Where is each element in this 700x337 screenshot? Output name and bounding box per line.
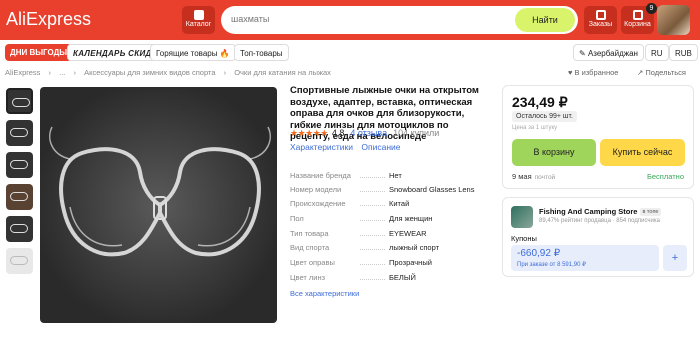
store-name[interactable]: Fishing And Camping Store в топе [539,207,661,217]
top-products-button[interactable]: Топ-товары [234,44,289,61]
add-to-cart-button[interactable]: В корзину [512,139,596,166]
tab-description[interactable]: Описание [361,142,400,152]
product-main-image[interactable] [40,87,277,323]
orders-icon [595,10,606,20]
search-input[interactable] [231,14,511,24]
spec-key: Цвет линз [290,273,326,282]
cart-label: Корзина [624,21,651,28]
deals-days-button[interactable]: ДНИ ВЫГОДЫ [5,44,73,61]
rating-stars-icon: ★★★★★ [290,128,328,138]
all-specs-link[interactable]: Все характеристики [290,289,359,298]
thumbnail[interactable] [6,248,33,274]
coupon-amount: -660,92 ₽ [517,248,561,259]
thumbnail[interactable] [6,120,33,146]
catalog-icon [193,10,204,20]
breadcrumb-item[interactable]: ... [59,68,65,77]
catalog-label: Каталог [185,21,212,28]
fire-icon: 🔥 [219,49,230,58]
cart-count-badge: 9 [646,3,657,14]
store-name-text: Fishing And Camping Store [539,207,638,216]
delivery-price: Бесплатно [646,172,684,181]
breadcrumb-item[interactable]: Очки для катания на лыжах [234,68,331,77]
spec-value: лыжный спорт [389,243,440,252]
product-tabs: Характеристики Описание [290,142,407,152]
sold-count: 104 купили [393,128,440,138]
coupons-label: Купоны [511,234,537,243]
hot-products-label: Горящие товары [156,49,218,58]
product-price: 234,49 ₽ [512,94,568,110]
add-to-favorites-button[interactable]: ♥ В избранное [568,68,618,77]
tab-characteristics[interactable]: Характеристики [290,142,353,152]
store-card: Fishing And Camping Store в топе 89,47% р… [502,197,694,277]
search-bar: Найти [221,6,578,34]
breadcrumb-separator: › [223,68,227,77]
thumbnail[interactable] [6,152,33,178]
breadcrumb-item[interactable]: AliExpress [5,68,40,77]
delivery-method: почтой [534,174,556,181]
price-card: 234,49 ₽ Осталось 99+ шт. Цена за 1 штук… [502,85,694,189]
coupon[interactable]: -660,92 ₽ При заказе от 8 591,90 ₽ [511,245,659,271]
share-button[interactable]: ↗ Подельться [637,68,686,77]
cart-button[interactable]: Корзина 9 [621,3,657,34]
spec-key: Название бренда [290,171,351,180]
thumbnail[interactable] [6,184,33,210]
spec-value: EYEWEAR [389,229,427,238]
orders-label: Заказы [588,21,613,28]
catalog-button[interactable]: Каталог [182,6,215,34]
buy-now-button[interactable]: Купить сейчас [600,139,685,166]
breadcrumb-separator: › [73,68,76,77]
hot-products-button[interactable]: Горящие товары 🔥 [150,44,236,61]
region-selector[interactable]: ✎ Азербайджан [573,44,644,61]
top-header: AliExpress Каталог Найти Заказы Корзина … [0,0,700,40]
rating-value: 4,8 [331,128,345,138]
breadcrumb-item[interactable]: Аксессуары для зимних видов спорта [84,68,215,77]
breadcrumb-separator: › [48,68,52,77]
spec-key: Номер модели [290,185,342,194]
promo-bar: ДНИ ВЫГОДЫ КАЛЕНДАРЬ СКИДОК Горящие това… [0,44,700,62]
add-coupon-button[interactable]: + [663,245,687,271]
spec-value: Китай [389,199,410,208]
spec-key: Тип товара [290,229,329,238]
user-avatar[interactable] [657,5,690,35]
spec-value: Нет [389,171,402,180]
store-meta: 89,47% рейтинг продавца · 854 подписчика [539,218,660,224]
orders-button[interactable]: Заказы [584,6,617,34]
unit-price-note: Цена за 1 штуку [512,125,558,131]
aliexpress-logo[interactable]: AliExpress [6,9,91,30]
spec-key: Вид спорта [290,243,330,252]
spec-key: Пол [290,214,304,223]
spec-key: Цвет оправы [290,258,335,267]
delivery-date-value: 9 мая [512,172,532,181]
search-button[interactable]: Найти [515,8,575,32]
stock-badge: Осталось 99+ шт. [512,111,577,122]
region-label: Азербайджан [587,49,638,58]
spec-value: Прозрачный [389,258,432,267]
delivery-date: 9 мая почтой [512,172,555,181]
thumbnail[interactable] [6,216,33,242]
currency-selector[interactable]: RUB [669,44,698,61]
language-selector[interactable]: RU [645,44,669,61]
glasses-frame-image [49,126,271,257]
cart-icon [632,10,643,20]
spec-key: Происхождение [290,199,346,208]
top-store-badge: в топе [640,208,661,217]
store-logo[interactable] [511,206,533,228]
spec-value: Для женщин [389,214,433,223]
spec-value: БЕЛЫЙ [389,273,416,282]
location-icon: ✎ [579,49,586,58]
spec-value: Snowboard Glasses Lens [389,185,475,194]
rating-row: ★★★★★ 4,8 4 отзыва 104 купили [290,128,439,139]
coupon-condition: При заказе от 8 591,90 ₽ [517,262,586,268]
reviews-link[interactable]: 4 отзыва [350,128,387,138]
breadcrumb: AliExpress › ... › Аксессуары для зимних… [5,68,337,77]
thumbnail[interactable] [6,88,33,114]
